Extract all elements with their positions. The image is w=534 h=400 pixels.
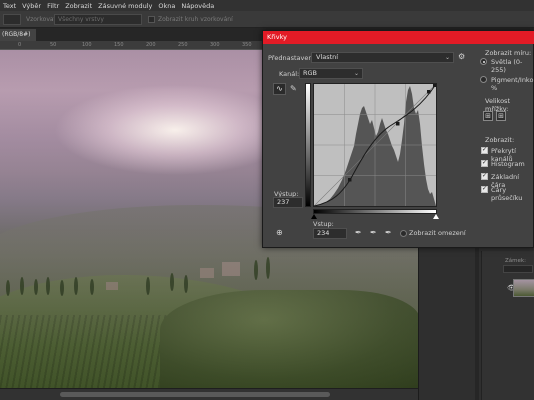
eyedropper-gray-icon[interactable]: ✒: [370, 228, 377, 237]
layers-panel: [481, 251, 534, 400]
curve-point[interactable]: [433, 84, 436, 87]
show-title: Zobrazit:: [485, 136, 515, 144]
channel-overlay-checkbox[interactable]: [481, 146, 488, 154]
grid-coarse-button[interactable]: ⊞: [483, 111, 493, 121]
channel-value: RGB: [303, 69, 318, 77]
eyedropper-white-icon[interactable]: ✒: [385, 228, 392, 237]
input-label: Vstup:: [313, 220, 334, 228]
curve-point[interactable]: [427, 90, 431, 94]
ruler-mark: 100: [82, 42, 92, 48]
ruler-mark: 350: [242, 42, 252, 48]
curve-point[interactable]: [396, 122, 400, 126]
show-amount-title: Zobrazit míru:: [485, 49, 532, 57]
intersection-lines-checkbox[interactable]: [481, 185, 488, 193]
pencil-icon[interactable]: ✎: [290, 84, 297, 93]
scrollbar-thumb[interactable]: [60, 392, 330, 397]
layer-fill-input[interactable]: [503, 265, 533, 273]
ruler-mark: 0: [18, 42, 22, 48]
menu-text[interactable]: Text: [3, 2, 16, 10]
options-bar: Vzorkovat: Všechny vrstvy Zobrazit kruh …: [0, 11, 534, 28]
ruler-mark: 300: [210, 42, 220, 48]
show-ring-checkbox[interactable]: [148, 16, 155, 23]
document-tab-label: (RGB/8#): [2, 31, 31, 38]
chevron-down-icon: ⌄: [353, 70, 359, 77]
show-ring-label: Zobrazit kruh vzorkování: [158, 16, 233, 23]
menu-window[interactable]: Okna: [158, 2, 175, 10]
input-gradient-bar: [313, 209, 437, 214]
eyedropper-black-icon[interactable]: ✒: [355, 228, 362, 237]
histogram-checkbox[interactable]: [481, 159, 488, 167]
curve-point[interactable]: [348, 178, 352, 182]
light-radio[interactable]: [480, 58, 487, 65]
sample-size-select[interactable]: [3, 14, 21, 25]
horizontal-scrollbar[interactable]: [0, 388, 420, 400]
white-point-slider[interactable]: [433, 214, 439, 219]
curves-dialog: Křivky Přednastavení: Vlastní ⌄ ⚙ Kanál:…: [262, 30, 534, 248]
menu-help[interactable]: Nápověda: [181, 2, 214, 10]
show-clipping-label: Zobrazit omezení: [409, 229, 466, 237]
dialog-title-bar[interactable]: Křivky: [263, 31, 534, 44]
show-clipping-checkbox[interactable]: [400, 230, 407, 237]
preset-label: Přednastavení:: [268, 54, 317, 62]
target-adjust-icon[interactable]: ⊕: [276, 228, 283, 237]
menu-filter[interactable]: Filtr: [47, 2, 59, 10]
sample-layers-select[interactable]: Všechny vrstvy: [54, 14, 142, 25]
ruler-mark: 200: [146, 42, 156, 48]
baseline-checkbox[interactable]: [481, 172, 488, 180]
output-field[interactable]: 237: [273, 197, 303, 208]
output-gradient-bar: [305, 83, 311, 207]
curve-tool-icon[interactable]: ∿: [273, 83, 286, 95]
histogram-label: Histogram: [491, 160, 525, 168]
chevron-down-icon: ⌄: [444, 54, 450, 61]
pigment-option-label: Pigment/Inkousty %: [491, 76, 534, 92]
preset-value: Vlastní: [316, 53, 339, 61]
lock-label: Zámek:: [505, 258, 526, 264]
preset-select[interactable]: Vlastní ⌄: [311, 52, 454, 63]
layer-thumbnail[interactable]: [513, 279, 534, 297]
document-tab[interactable]: (RGB/8#) ×: [0, 29, 36, 50]
menu-bar: Text Výběr Filtr Zobrazit Zásuvné moduly…: [0, 0, 534, 11]
intersection-lines-label: Čáry průsečíku: [491, 186, 523, 202]
menu-select[interactable]: Výběr: [22, 2, 41, 10]
black-point-slider[interactable]: [311, 214, 317, 219]
input-field[interactable]: 234: [313, 228, 347, 239]
grid-fine-button[interactable]: ⊞: [496, 111, 506, 121]
curve-svg[interactable]: [313, 83, 437, 207]
pigment-radio[interactable]: [480, 76, 487, 83]
light-option-label: Světla (0-255): [491, 58, 523, 74]
gear-icon[interactable]: ⚙: [458, 52, 465, 61]
channel-label: Kanál:: [279, 70, 300, 78]
channel-select[interactable]: RGB ⌄: [299, 68, 363, 79]
ruler-mark: 150: [114, 42, 124, 48]
curve-graph[interactable]: [313, 83, 437, 207]
ruler-mark: 50: [50, 42, 57, 48]
menu-view[interactable]: Zobrazit: [65, 2, 92, 10]
menu-plugins[interactable]: Zásuvné moduly: [98, 2, 152, 10]
ruler-mark: 250: [178, 42, 188, 48]
